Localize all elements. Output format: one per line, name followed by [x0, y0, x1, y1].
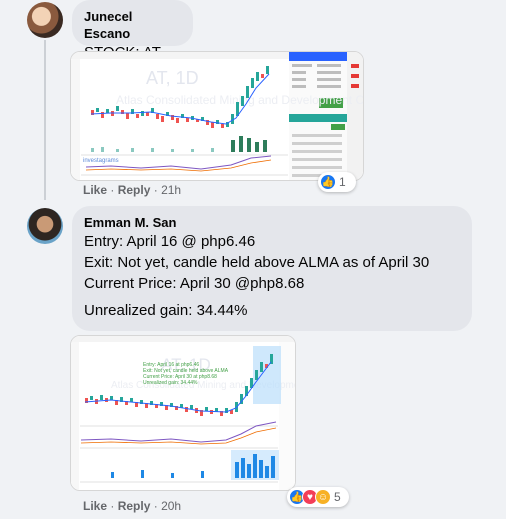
comment-timestamp[interactable]: 20h: [161, 499, 181, 513]
svg-text:Atlas Consolidated Mining and: Atlas Consolidated Mining and Developmen…: [116, 93, 364, 107]
svg-text:Unrealized gain: 34.44%: Unrealized gain: 34.44%: [143, 380, 198, 386]
comment-actions: Like · Reply · 21h: [83, 183, 182, 197]
reply-button[interactable]: Reply: [118, 499, 151, 513]
reaction-count: 1: [339, 175, 346, 189]
comment-text: Entry: April 16 @ php6.46: [84, 233, 256, 250]
reaction-summary[interactable]: 👍 ♥ ☺ 5: [287, 487, 349, 507]
comment-text: Current Price: April 30 @php8.68: [84, 275, 305, 292]
reply-button[interactable]: Reply: [118, 183, 151, 197]
comment-timestamp[interactable]: 21h: [161, 183, 181, 197]
comment-actions: Like · Reply · 20h: [83, 499, 182, 513]
stock-chart-image: AT, 1D Atlas Consolidated Mining and Dev…: [71, 336, 295, 490]
comment-author[interactable]: Junecel Escano: [84, 8, 181, 42]
like-button[interactable]: Like: [83, 183, 107, 197]
haha-reaction-icon: ☺: [315, 489, 331, 505]
comment-bubble: Emman M. San Entry: April 16 @ php6.46 E…: [72, 206, 472, 331]
comment-text: Unrealized gain: 34.44%: [84, 302, 248, 319]
svg-text:AT, 1D: AT, 1D: [146, 68, 199, 88]
comment-author[interactable]: Emman M. San: [84, 214, 460, 231]
avatar[interactable]: [27, 2, 63, 38]
like-reaction-icon: 👍: [320, 174, 336, 190]
thread-line: [44, 40, 46, 200]
chart-screenshot[interactable]: AT, 1D Atlas Consolidated Mining and Dev…: [70, 335, 296, 491]
svg-text:investagrams: investagrams: [83, 158, 119, 164]
like-button[interactable]: Like: [83, 499, 107, 513]
stock-chart-image: AT, 1D Atlas Consolidated Mining and Dev…: [71, 52, 364, 180]
comment-bubble: Junecel Escano STOCK: AT: [72, 0, 193, 61]
avatar[interactable]: [27, 208, 63, 244]
comment-text: Exit: Not yet, candle held above ALMA as…: [84, 254, 430, 271]
reaction-count: 5: [334, 490, 341, 504]
chart-screenshot[interactable]: AT, 1D Atlas Consolidated Mining and Dev…: [70, 51, 364, 181]
reaction-summary[interactable]: 👍 1: [318, 172, 356, 192]
